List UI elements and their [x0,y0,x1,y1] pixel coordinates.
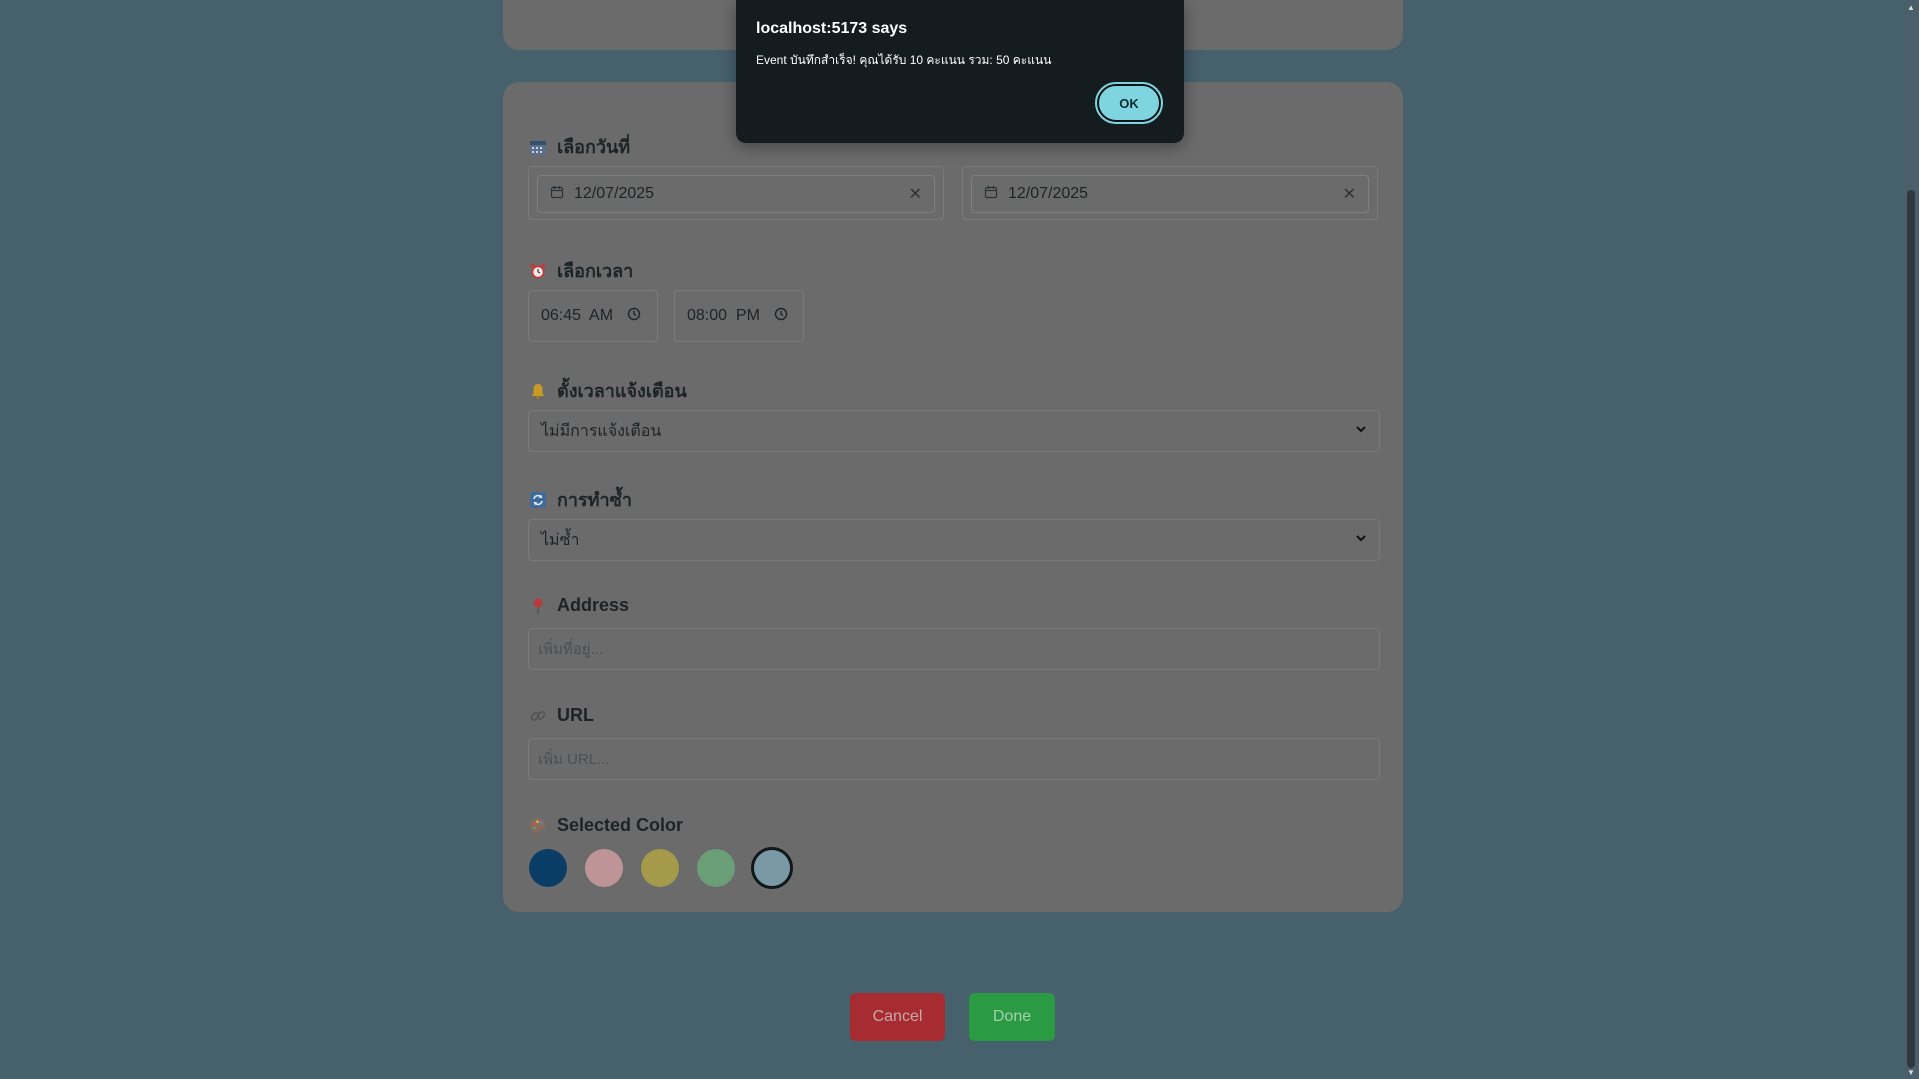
scroll-down-arrow-icon[interactable]: ▼ [1903,1065,1919,1079]
reminder-select[interactable]: ไม่มีการแจ้งเตือน [528,410,1380,452]
repeat-select[interactable]: ไม่ซ้ำ [528,519,1380,561]
start-date-value: 12/07/2025 [574,185,655,202]
bell-icon [528,381,548,401]
chevron-down-icon [1355,422,1367,440]
date-section-label: เลือกวันที่ [528,132,630,161]
color-swatch[interactable] [751,847,793,889]
scroll-thumb[interactable] [1907,190,1915,1068]
clear-start-date-icon[interactable]: ✕ [909,184,922,204]
address-section-label: Address [528,595,629,616]
done-button[interactable]: Done [969,993,1055,1041]
start-time-value: 06:45 AM [541,307,614,324]
dialog-ok-button[interactable]: OK [1095,82,1163,124]
address-placeholder: เพิ่มที่อยู่... [538,641,604,658]
page-scrollbar[interactable]: ▲ ▼ [1903,0,1919,1079]
alert-dialog: localhost:5173 says Event บันทึกสำเร็จ! … [736,0,1184,143]
url-input[interactable]: เพิ่ม URL... [528,738,1380,780]
dialog-title: localhost:5173 says [756,20,908,37]
repeat-icon [528,490,548,510]
end-date-wrapper: 12/07/2025 ✕ [962,166,1378,220]
end-date-input[interactable]: 12/07/2025 ✕ [971,175,1369,213]
scroll-up-arrow-icon[interactable]: ▲ [1903,0,1919,14]
time-section-label: เลือกเวลา [528,256,633,285]
event-form-card: เลือกวันที่ 12/07/2025 ✕ 12/07/2025 ✕ เล… [503,82,1403,912]
dialog-message: Event บันทึกสำเร็จ! คุณได้รับ 10 คะแนน ร… [756,53,1052,67]
repeat-selected-value: ไม่ซ้ำ [541,531,580,549]
clock-icon [627,307,641,326]
alarm-clock-icon [528,261,548,281]
address-input[interactable]: เพิ่มที่อยู่... [528,628,1380,670]
calendar-small-icon [984,185,998,204]
url-section-label: URL [528,705,594,726]
palette-icon [528,816,548,836]
end-date-value: 12/07/2025 [1008,185,1089,202]
link-icon [528,706,548,726]
cancel-button[interactable]: Cancel [850,993,945,1041]
url-placeholder: เพิ่ม URL... [538,751,610,768]
start-time-input[interactable]: 06:45 AM [528,290,658,342]
end-time-value: 08:00 PM [687,307,760,324]
page: เลือกวันที่ 12/07/2025 ✕ 12/07/2025 ✕ เล… [0,0,1903,1079]
reminder-selected-value: ไม่มีการแจ้งเตือน [541,422,662,440]
chevron-down-icon [1355,531,1367,549]
reminder-section-label: ตั้งเวลาแจ้งเตือน [528,376,687,405]
pin-icon [528,596,548,616]
start-date-input[interactable]: 12/07/2025 ✕ [537,175,935,213]
color-swatch[interactable] [585,849,623,887]
end-time-input[interactable]: 08:00 PM [674,290,804,342]
clear-end-date-icon[interactable]: ✕ [1343,184,1356,204]
color-swatch[interactable] [697,849,735,887]
calendar-small-icon [550,185,564,204]
start-date-wrapper: 12/07/2025 ✕ [528,166,944,220]
color-swatch[interactable] [529,849,567,887]
calendar-icon [528,137,548,157]
repeat-section-label: การทำซ้ำ [528,485,632,514]
color-section-label: Selected Color [528,815,683,836]
clock-icon [774,307,788,326]
color-swatch[interactable] [641,849,679,887]
